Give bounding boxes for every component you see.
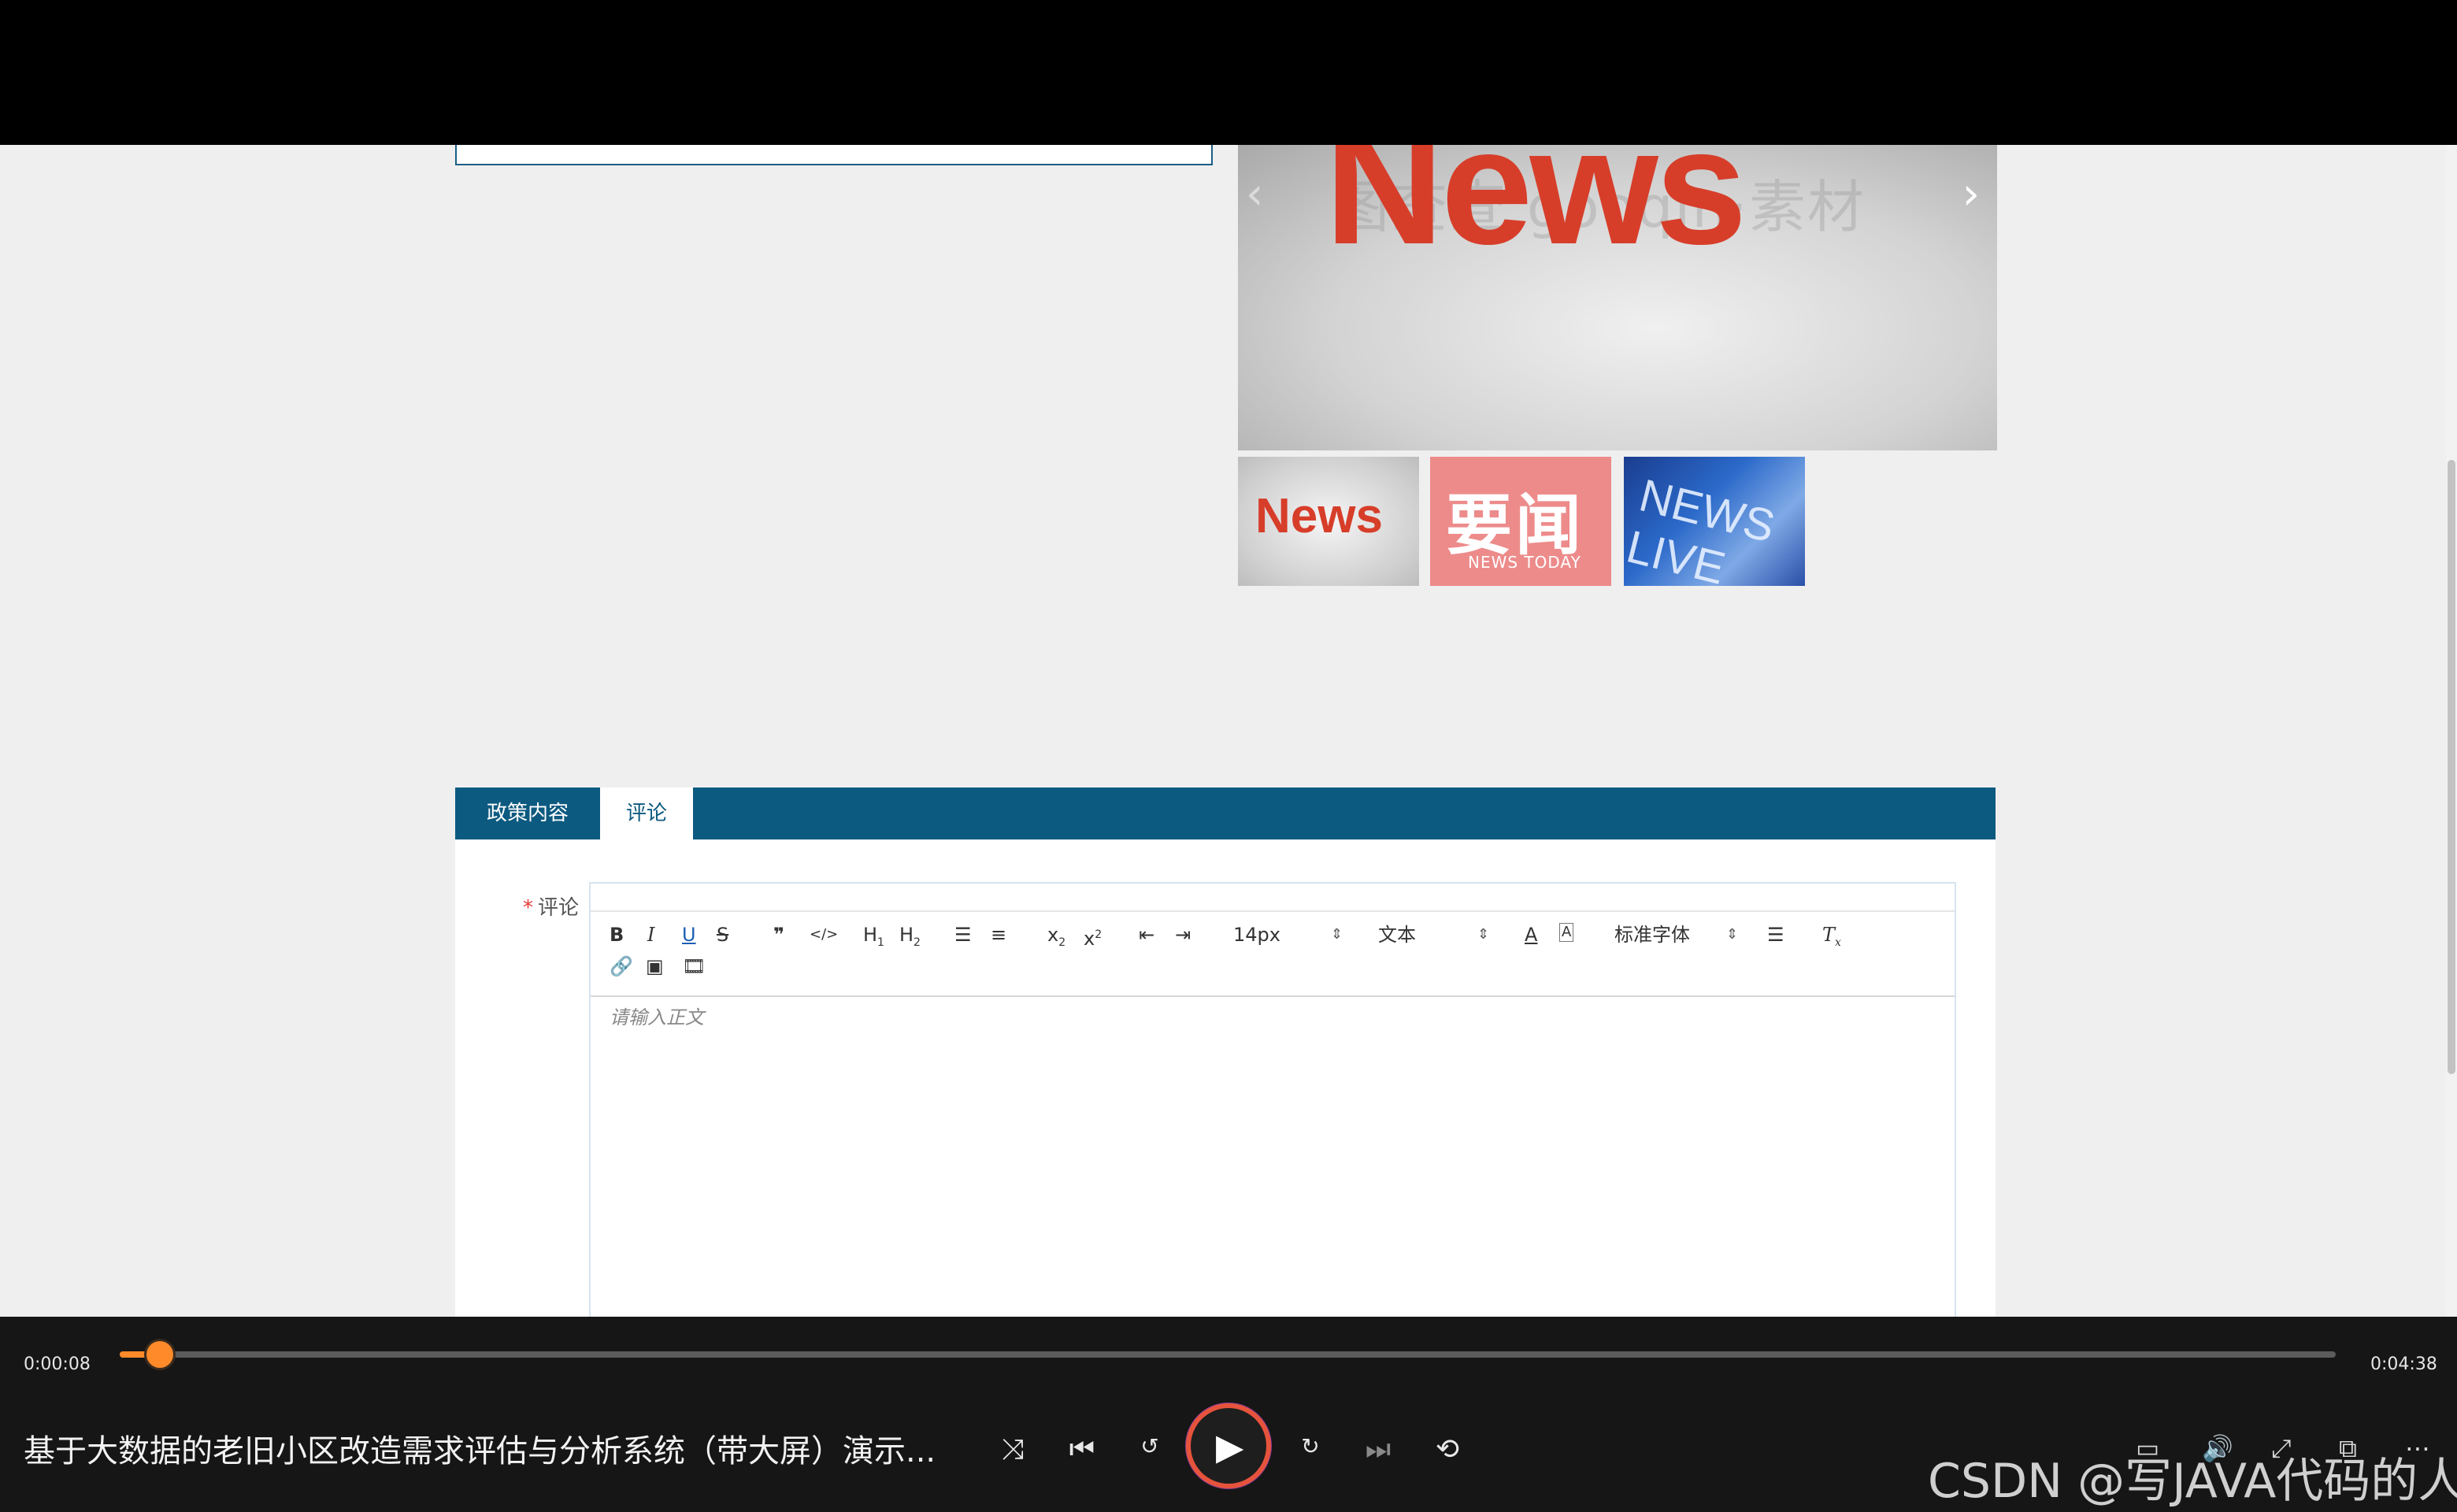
tabs-bar: 政策内容 评论 [455,788,1996,839]
video-frame-webpage: 图查查 gooqin·素材 News ‹ › News 要闻 NEWS TODA… [0,145,2457,1317]
tab-comment[interactable]: 评论 [600,788,693,839]
tab-policy-content[interactable]: 政策内容 [455,788,600,839]
block-format-arrow-icon: ⇕ [1477,926,1490,943]
heading-2-icon[interactable]: H2 [899,923,921,954]
code-block-icon[interactable]: </> [810,923,838,947]
carousel-thumbnail-1[interactable]: News [1238,457,1419,586]
comment-field-label: * 评论 [523,891,579,921]
total-time: 0:04:38 [2370,1354,2437,1374]
subscript-icon[interactable]: x2 [1047,923,1065,954]
video-letterbox-top [0,0,2457,145]
indent-icon[interactable]: ⇥ [1175,923,1191,947]
carousel-thumbnail-3[interactable]: NEWS LIVE [1624,457,1805,586]
forward-30-icon[interactable]: ↻ [1292,1433,1329,1459]
policy-detail-panel: 政策内容 评论 * 评论 B I U S ❞ </> H1 H2 ☰ ≡ x2 x… [455,788,1996,1317]
font-size-select[interactable]: 14px [1233,923,1280,947]
repeat-off-icon[interactable]: ⟲ [1429,1433,1466,1466]
previous-icon[interactable]: ⏮ [1063,1433,1101,1466]
thumbnail-3-text: NEWS LIVE [1624,469,1781,586]
comment-label-text: 评论 [538,896,580,920]
video-icon[interactable]: 🎞 [682,954,706,978]
hero-headline: News [1325,145,1747,279]
progress-bar[interactable] [120,1341,2336,1368]
bullet-list-icon[interactable]: ≡ [991,923,1006,947]
link-icon[interactable]: 🔗 [610,954,633,978]
underline-icon[interactable]: U [682,923,696,947]
video-title: 基于大数据的老旧小区改造需求评估与分析系统（带大屏）演示... [24,1433,936,1469]
font-color-icon[interactable]: A [1525,923,1537,947]
carousel-thumbnail-2[interactable]: 要闻 NEWS TODAY [1430,457,1611,586]
image-icon[interactable]: ▣ [646,954,664,978]
progress-handle[interactable] [146,1341,173,1368]
editor-placeholder: 请输入正文 [610,1006,704,1028]
blockquote-icon[interactable]: ❞ [773,923,784,947]
thumbnail-1-text: News [1255,489,1383,543]
current-time: 0:00:08 [24,1354,91,1374]
font-family-arrow-icon: ⇕ [1726,926,1739,943]
play-icon: ▶ [1216,1425,1244,1468]
italic-icon[interactable]: I [647,923,654,947]
search-box[interactable] [455,145,1213,165]
rich-text-editor[interactable]: B I U S ❞ </> H1 H2 ☰ ≡ x2 x2 ⇤ ⇥ 14px ⇕… [589,882,1956,1317]
news-carousel[interactable]: 图查查 gooqin·素材 News ‹ › [1238,145,1997,450]
background-color-icon[interactable]: A [1559,923,1574,942]
superscript-icon[interactable]: x2 [1084,923,1102,951]
bold-icon[interactable]: B [610,923,624,947]
page-scrollbar[interactable] [2446,145,2457,1317]
csdn-watermark: CSDN @写JAVA代码的人 [1928,1454,2457,1509]
thumbnail-2-subtext: NEWS TODAY [1468,553,1581,572]
next-icon[interactable]: ⏭ [1359,1433,1397,1466]
required-mark: * [523,896,533,920]
shuffle-icon[interactable]: ⤨ [994,1433,1032,1466]
scrollbar-thumb[interactable] [2448,460,2455,1074]
editor-toolbar: B I U S ❞ </> H1 H2 ☰ ≡ x2 x2 ⇤ ⇥ 14px ⇕… [591,910,1955,997]
play-button[interactable]: ▶ [1191,1408,1266,1484]
chevron-left-icon[interactable]: ‹ [1246,169,1263,220]
rewind-10-icon[interactable]: ↺ [1131,1433,1169,1459]
font-family-select[interactable]: 标准字体 [1614,923,1690,947]
font-size-arrow-icon: ⇕ [1331,926,1343,943]
outdent-icon[interactable]: ⇤ [1139,923,1154,947]
clear-format-icon[interactable]: Tx [1822,923,1841,954]
chevron-right-icon[interactable]: › [1962,169,1980,220]
heading-1-icon[interactable]: H1 [863,923,884,954]
block-format-select[interactable]: 文本 [1378,923,1416,947]
strikethrough-icon[interactable]: S [717,923,728,947]
ordered-list-icon[interactable]: ☰ [954,923,972,947]
video-player-controls: 0:00:08 0:04:38 基于大数据的老旧小区改造需求评估与分析系统（带大… [0,1317,2457,1512]
align-left-icon[interactable]: ☰ [1767,923,1784,947]
